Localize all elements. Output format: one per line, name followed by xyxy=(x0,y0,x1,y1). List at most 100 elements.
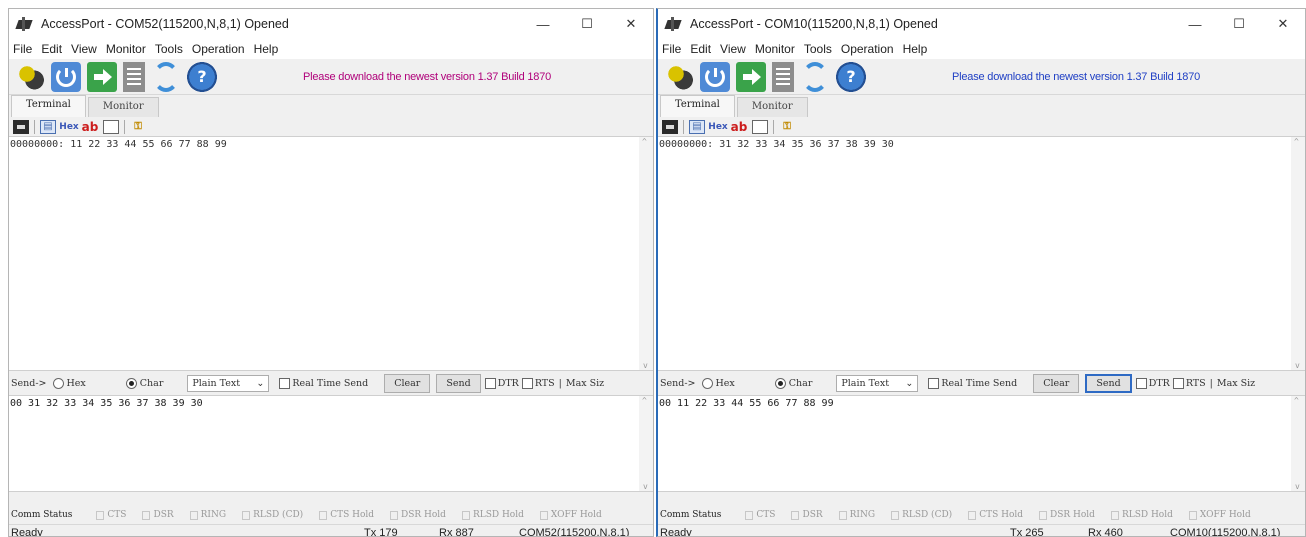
sendbar-separator: | xyxy=(558,377,562,389)
update-notice[interactable]: Please download the newest version 1.37 … xyxy=(303,71,551,83)
led-xoff-hold: XOFF Hold xyxy=(539,510,602,520)
accessport-window-com52: AccessPort - COM52(115200,N,8,1) Opened … xyxy=(8,8,654,537)
main-toolbar: ? Please download the newest version 1.3… xyxy=(9,59,653,95)
led-ring: RING xyxy=(189,510,226,520)
document-icon[interactable] xyxy=(772,61,794,92)
send-button[interactable]: Send xyxy=(1085,373,1132,393)
key-icon[interactable]: ⚿ xyxy=(130,120,146,134)
menu-operation[interactable]: Operation xyxy=(841,42,894,56)
toolbar-separator xyxy=(124,119,125,134)
rts-checkbox[interactable]: RTS xyxy=(1172,377,1206,389)
menu-help[interactable]: Help xyxy=(903,42,928,56)
menu-tools[interactable]: Tools xyxy=(155,42,183,56)
tab-terminal[interactable]: Terminal xyxy=(11,95,86,117)
comm-status-bar: Comm Status CTS DSR RING RLSD (CD) CTS H… xyxy=(9,506,653,524)
maximize-button[interactable]: ☐ xyxy=(1217,9,1261,39)
menu-view[interactable]: View xyxy=(720,42,746,56)
led-ring: RING xyxy=(838,510,875,520)
title-bar[interactable]: AccessPort - COM52(115200,N,8,1) Opened … xyxy=(9,9,653,39)
close-button[interactable]: ✕ xyxy=(609,9,653,39)
toolbar-separator xyxy=(773,119,774,134)
maximize-button[interactable]: ☐ xyxy=(565,9,609,39)
help-icon[interactable]: ? xyxy=(187,61,217,92)
led-cts-hold: CTS Hold xyxy=(968,510,1023,520)
menu-file[interactable]: File xyxy=(662,42,681,56)
terminal-output[interactable]: 00000000: 11 22 33 44 55 66 77 88 99 xyxy=(9,137,653,371)
menu-operation[interactable]: Operation xyxy=(192,42,245,56)
update-notice[interactable]: Please download the newest version 1.37 … xyxy=(952,71,1200,83)
window-controls: — ☐ ✕ xyxy=(1173,9,1305,39)
tab-terminal[interactable]: Terminal xyxy=(660,95,735,117)
ab-icon[interactable]: ab xyxy=(82,120,99,134)
close-button[interactable]: ✕ xyxy=(1261,9,1305,39)
plug-icon[interactable] xyxy=(664,61,694,92)
save-icon[interactable] xyxy=(13,119,29,134)
terminal-line: 00000000: 11 22 33 44 55 66 77 88 99 xyxy=(10,139,227,150)
help-icon[interactable]: ? xyxy=(836,61,866,92)
format-select[interactable]: Plain Text ⌄ xyxy=(187,374,270,392)
terminal-scrollbar[interactable] xyxy=(639,137,653,370)
save-icon[interactable] xyxy=(662,119,678,134)
send-input[interactable]: 00 31 32 33 34 35 36 37 38 39 30 xyxy=(9,395,653,492)
hex-icon[interactable]: Hex xyxy=(708,120,727,134)
realtime-send-checkbox[interactable]: Real Time Send xyxy=(928,377,1017,389)
led-xoff-hold: XOFF Hold xyxy=(1188,510,1251,520)
menu-edit[interactable]: Edit xyxy=(690,42,711,56)
port-settings: COM10(115200,N,8,1) xyxy=(1170,527,1281,537)
clear-button[interactable]: Clear xyxy=(1033,373,1080,393)
dtr-checkbox[interactable]: DTR xyxy=(1135,377,1170,389)
view-tabs: Terminal Monitor xyxy=(658,95,1305,117)
clear-button[interactable]: Clear xyxy=(384,373,431,393)
send-scrollbar[interactable] xyxy=(1291,396,1305,491)
terminal-output[interactable]: 00000000: 31 32 33 34 35 36 37 38 39 30 xyxy=(658,137,1305,371)
ab-icon[interactable]: ab xyxy=(731,120,748,134)
menu-file[interactable]: File xyxy=(13,42,32,56)
hex-radio[interactable]: Hex xyxy=(52,377,86,389)
toolbar-separator xyxy=(683,119,684,134)
menu-view[interactable]: View xyxy=(71,42,97,56)
send-button[interactable]: Send xyxy=(436,373,481,393)
comm-status-bar: Comm Status CTS DSR RING RLSD (CD) CTS H… xyxy=(658,506,1305,524)
document-icon[interactable] xyxy=(123,61,145,92)
send-input[interactable]: 00 11 22 33 44 55 66 77 88 99 xyxy=(658,395,1305,492)
toolbar-separator xyxy=(34,119,35,134)
plug-icon[interactable] xyxy=(15,61,45,92)
char-radio[interactable]: Char xyxy=(125,377,163,389)
dtr-checkbox[interactable]: DTR xyxy=(484,377,519,389)
tab-monitor[interactable]: Monitor xyxy=(87,97,159,117)
char-radio[interactable]: Char xyxy=(774,377,812,389)
terminal-toolbar: ▤ Hex ab ⚿ xyxy=(658,117,1305,137)
hex-view-icon[interactable]: ▤ xyxy=(40,119,56,134)
menu-monitor[interactable]: Monitor xyxy=(106,42,146,56)
minimize-button[interactable]: — xyxy=(1173,9,1217,39)
menu-monitor[interactable]: Monitor xyxy=(755,42,795,56)
menu-help[interactable]: Help xyxy=(254,42,279,56)
menu-tools[interactable]: Tools xyxy=(804,42,832,56)
power-icon[interactable] xyxy=(700,61,730,92)
menu-edit[interactable]: Edit xyxy=(41,42,62,56)
refresh-icon[interactable] xyxy=(151,62,181,92)
arrow-right-icon[interactable] xyxy=(736,61,766,92)
format-select[interactable]: Plain Text ⌄ xyxy=(836,374,919,392)
main-toolbar: ? Please download the newest version 1.3… xyxy=(658,59,1305,95)
tab-monitor[interactable]: Monitor xyxy=(736,97,808,117)
hex-view-icon[interactable]: ▤ xyxy=(689,119,705,134)
terminal-scrollbar[interactable] xyxy=(1291,137,1305,370)
refresh-icon[interactable] xyxy=(800,62,830,92)
edit-icon[interactable] xyxy=(752,119,768,134)
led-cts: CTS xyxy=(96,510,126,520)
app-icon xyxy=(17,17,35,31)
tx-count: Tx 265 xyxy=(1010,527,1044,537)
minimize-button[interactable]: — xyxy=(521,9,565,39)
edit-icon[interactable] xyxy=(103,119,119,134)
hex-radio[interactable]: Hex xyxy=(701,377,735,389)
title-bar[interactable]: AccessPort - COM10(115200,N,8,1) Opened … xyxy=(658,9,1305,39)
send-scrollbar[interactable] xyxy=(639,396,653,491)
key-icon[interactable]: ⚿ xyxy=(779,120,795,134)
send-text: 00 11 22 33 44 55 66 77 88 99 xyxy=(659,398,834,409)
power-icon[interactable] xyxy=(51,61,81,92)
hex-icon[interactable]: Hex xyxy=(59,120,78,134)
realtime-send-checkbox[interactable]: Real Time Send xyxy=(279,377,368,389)
arrow-right-icon[interactable] xyxy=(87,61,117,92)
rts-checkbox[interactable]: RTS xyxy=(521,377,555,389)
